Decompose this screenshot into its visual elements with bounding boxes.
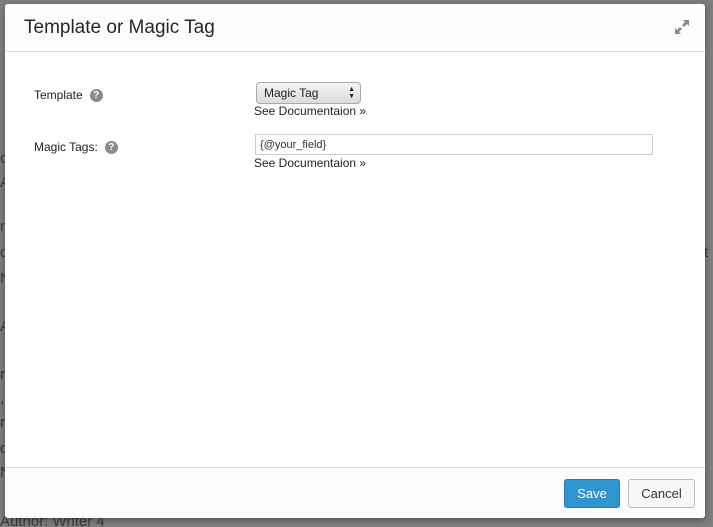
modal-footer: Save Cancel <box>5 467 705 518</box>
save-button[interactable]: Save <box>564 479 620 508</box>
question-circle-icon[interactable]: ? <box>89 88 103 102</box>
modal-title: Template or Magic Tag <box>24 17 215 38</box>
select-arrows-icon: ▲ ▼ <box>348 86 355 100</box>
expand-arrows-icon[interactable] <box>673 18 691 36</box>
template-select-value: Magic Tag <box>264 86 319 100</box>
background-text-fragment: , <box>0 390 5 407</box>
magic-tags-documentation-link[interactable]: See Documentaion » <box>254 156 366 170</box>
question-circle-icon[interactable]: ? <box>104 140 118 154</box>
magic-tags-input[interactable] <box>255 134 653 155</box>
template-label: Template <box>34 88 83 102</box>
template-select[interactable]: Magic Tag ▲ ▼ <box>256 82 361 104</box>
template-modal: Template or Magic Tag Template ? Magic T… <box>5 4 705 518</box>
magic-tags-label: Magic Tags: <box>34 140 98 154</box>
magic-tags-row-label: Magic Tags: ? <box>34 140 118 154</box>
template-row-label: Template ? <box>34 88 103 102</box>
modal-header: Template or Magic Tag <box>5 4 705 52</box>
template-documentation-link[interactable]: See Documentaion » <box>254 104 366 118</box>
cancel-button[interactable]: Cancel <box>628 479 695 508</box>
